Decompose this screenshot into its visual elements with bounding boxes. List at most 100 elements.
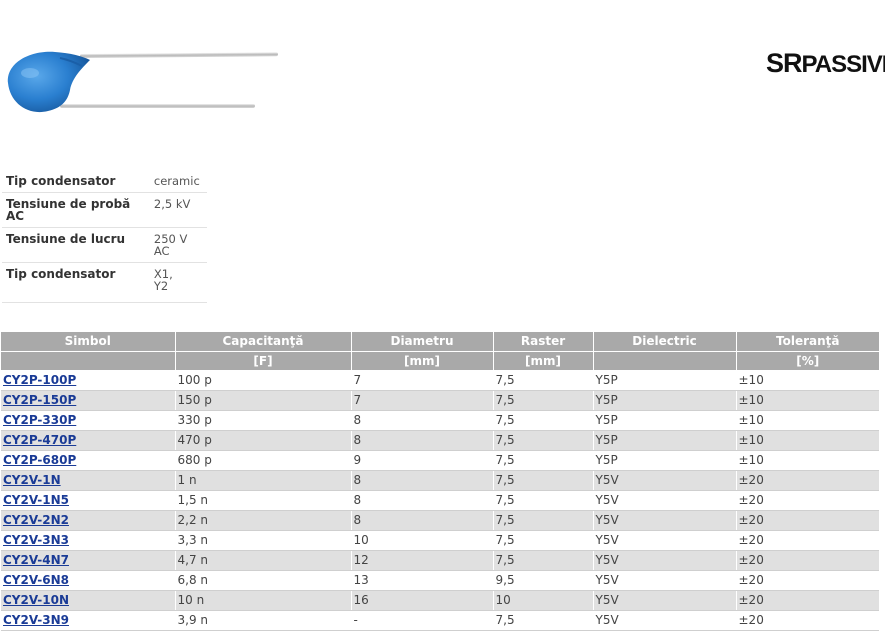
cell-simbol: CY2V-4N7 xyxy=(1,550,176,571)
product-link[interactable]: CY2V-4N7 xyxy=(3,553,69,567)
table-row: CY2P-330P 330 p 8 7,5 Y5P ±10 xyxy=(1,410,879,431)
col-header-dielectric[interactable]: Dielectric xyxy=(593,332,737,352)
cell-dielectric: Y5P xyxy=(593,370,737,391)
table-row: CY2V-3N9 3,9 n -7,5 Y5V ±20 xyxy=(1,610,879,631)
cell-dielectric: Y5P xyxy=(593,430,737,451)
cell-dielectric: Y5P xyxy=(593,390,737,411)
cell-dielectric: Y5V xyxy=(593,570,737,591)
product-link[interactable]: CY2P-150P xyxy=(3,393,76,407)
unit-cell xyxy=(1,351,176,371)
cell-raster: 7,5 xyxy=(493,610,594,631)
col-header-toleranta[interactable]: Toleranţă xyxy=(736,332,879,352)
spec-label: Tensiune de lucru xyxy=(2,227,150,263)
spec-label: Tensiune de probă AC xyxy=(2,192,150,228)
cell-raster: 7,5 xyxy=(493,410,594,431)
cell-toleranta: ±20 xyxy=(736,610,879,631)
cell-diametru: 13 xyxy=(351,570,494,591)
table-row: CY2V-3N3 3,3 n 10 7,5 Y5V ±20 xyxy=(1,530,879,551)
cell-capacitanta: 1 n xyxy=(175,470,352,491)
srpassives-logo[interactable]: SRPASSIVES xyxy=(766,49,885,78)
cell-dielectric: Y5V xyxy=(593,550,737,571)
product-link[interactable]: CY2V-3N3 xyxy=(3,533,69,547)
product-link[interactable]: CY2V-6N8 xyxy=(3,573,69,587)
spec-value-line: Y2 xyxy=(153,279,169,293)
cell-raster: 7,5 xyxy=(493,370,594,391)
spec-label: Tip condensator xyxy=(2,262,150,303)
specs-table: Tip condensator ceramic Tensiune de prob… xyxy=(2,170,207,303)
spec-value: X1, Y2 xyxy=(149,262,207,303)
cell-simbol: CY2P-680P xyxy=(1,450,176,471)
capacitor-image xyxy=(0,38,290,128)
table-body: CY2P-100P 100 p 7 7,5 Y5P ±10 CY2P-150P 150 p77… xyxy=(1,370,879,631)
cell-toleranta: ±20 xyxy=(736,510,879,531)
spec-row: Tensiune de lucru 250 V AC xyxy=(2,227,207,263)
cell-toleranta: ±10 xyxy=(736,390,879,411)
cell-simbol: CY2P-470P xyxy=(1,430,176,451)
cell-dielectric: Y5V xyxy=(593,510,737,531)
cell-capacitanta: 150 p xyxy=(175,390,352,411)
cell-raster: 7,5 xyxy=(493,550,594,571)
spec-row: Tip condensator X1, Y2 xyxy=(2,262,207,303)
cell-toleranta: ±20 xyxy=(736,530,879,551)
cell-raster: 7,5 xyxy=(493,390,594,411)
product-link[interactable]: CY2P-330P xyxy=(3,413,76,427)
cell-capacitanta: 330 p xyxy=(175,410,352,431)
cell-diametru: 7 xyxy=(351,370,494,391)
cell-capacitanta: 4,7 n xyxy=(175,550,352,571)
spec-label: Tip condensator xyxy=(2,170,150,193)
cell-raster: 7,5 xyxy=(493,490,594,511)
cell-raster: 9,5 xyxy=(493,570,594,591)
cell-capacitanta: 6,8 n xyxy=(175,570,352,591)
cell-capacitanta: 3,3 n xyxy=(175,530,352,551)
cell-dielectric: Y5V xyxy=(593,490,737,511)
table-row: CY2V-6N8 6,8 n 13 9,5 Y5V ±20 xyxy=(1,570,879,591)
product-link[interactable]: CY2P-100P xyxy=(3,373,76,387)
table-row: CY2V-1N 1 n 8 7,5 Y5V ±20 xyxy=(1,470,879,491)
cell-dielectric: Y5V xyxy=(593,610,737,631)
product-link[interactable]: CY2V-2N2 xyxy=(3,513,69,527)
spec-value: ceramic xyxy=(149,170,207,193)
cell-raster: 7,5 xyxy=(493,510,594,531)
cell-toleranta: ±20 xyxy=(736,470,879,491)
unit-cell xyxy=(593,351,737,371)
spec-value: 250 V AC xyxy=(149,227,207,263)
table-row: CY2P-470P 470 p 8 7,5 Y5P ±10 xyxy=(1,430,879,451)
cell-diametru: 12 xyxy=(351,550,494,571)
unit-cell: [mm] xyxy=(351,351,494,371)
product-link[interactable]: CY2P-680P xyxy=(3,453,76,467)
cell-toleranta: ±10 xyxy=(736,370,879,391)
col-header-capacitanta[interactable]: Capacitanţă xyxy=(175,332,352,352)
col-header-raster[interactable]: Raster xyxy=(493,332,594,352)
cell-simbol: CY2V-10N xyxy=(1,590,176,611)
table-row: CY2V-10N 10 n 16 10 Y5V ±20 xyxy=(1,590,879,611)
cell-toleranta: ±20 xyxy=(736,490,879,511)
table-row: CY2V-1N5 1,5 n 8 7,5 Y5V ±20 xyxy=(1,490,879,511)
cell-diametru: 9 xyxy=(351,450,494,471)
col-header-diametru[interactable]: Diametru xyxy=(351,332,494,352)
product-link[interactable]: CY2V-10N xyxy=(3,593,69,607)
header-row: Simbol Capacitanţă Diametru Raster Diele… xyxy=(1,332,879,352)
cell-toleranta: ±20 xyxy=(736,550,879,571)
cell-toleranta: ±10 xyxy=(736,450,879,471)
table-row: CY2P-150P 150 p 7 7,5 Y5P ±10 xyxy=(1,390,879,411)
product-link[interactable]: CY2P-470P xyxy=(3,433,76,447)
spec-value: 2,5 kV xyxy=(149,192,207,228)
cell-diametru: 16 xyxy=(351,590,494,611)
cell-dielectric: Y5V xyxy=(593,590,737,611)
table-row: CY2P-100P 100 p 7 7,5 Y5P ±10 xyxy=(1,370,879,391)
cell-diametru: 8 xyxy=(351,490,494,511)
product-link[interactable]: CY2V-3N9 xyxy=(3,613,69,627)
cell-dielectric: Y5P xyxy=(593,450,737,471)
cell-capacitanta: 3,9 n xyxy=(175,610,352,631)
cell-simbol: CY2P-100P xyxy=(1,370,176,391)
product-link[interactable]: CY2V-1N5 xyxy=(3,493,69,507)
cell-diametru: 10 xyxy=(351,530,494,551)
col-header-simbol[interactable]: Simbol xyxy=(1,332,176,352)
cell-capacitanta: 680 p xyxy=(175,450,352,471)
cell-capacitanta: 1,5 n xyxy=(175,490,352,511)
cell-raster: 7,5 xyxy=(493,430,594,451)
table-row: CY2V-2N2 2,2 n 8 7,5 Y5V ±20 xyxy=(1,510,879,531)
cell-dielectric: Y5P xyxy=(593,410,737,431)
cell-simbol: CY2V-6N8 xyxy=(1,570,176,591)
product-link[interactable]: CY2V-1N xyxy=(3,473,61,487)
